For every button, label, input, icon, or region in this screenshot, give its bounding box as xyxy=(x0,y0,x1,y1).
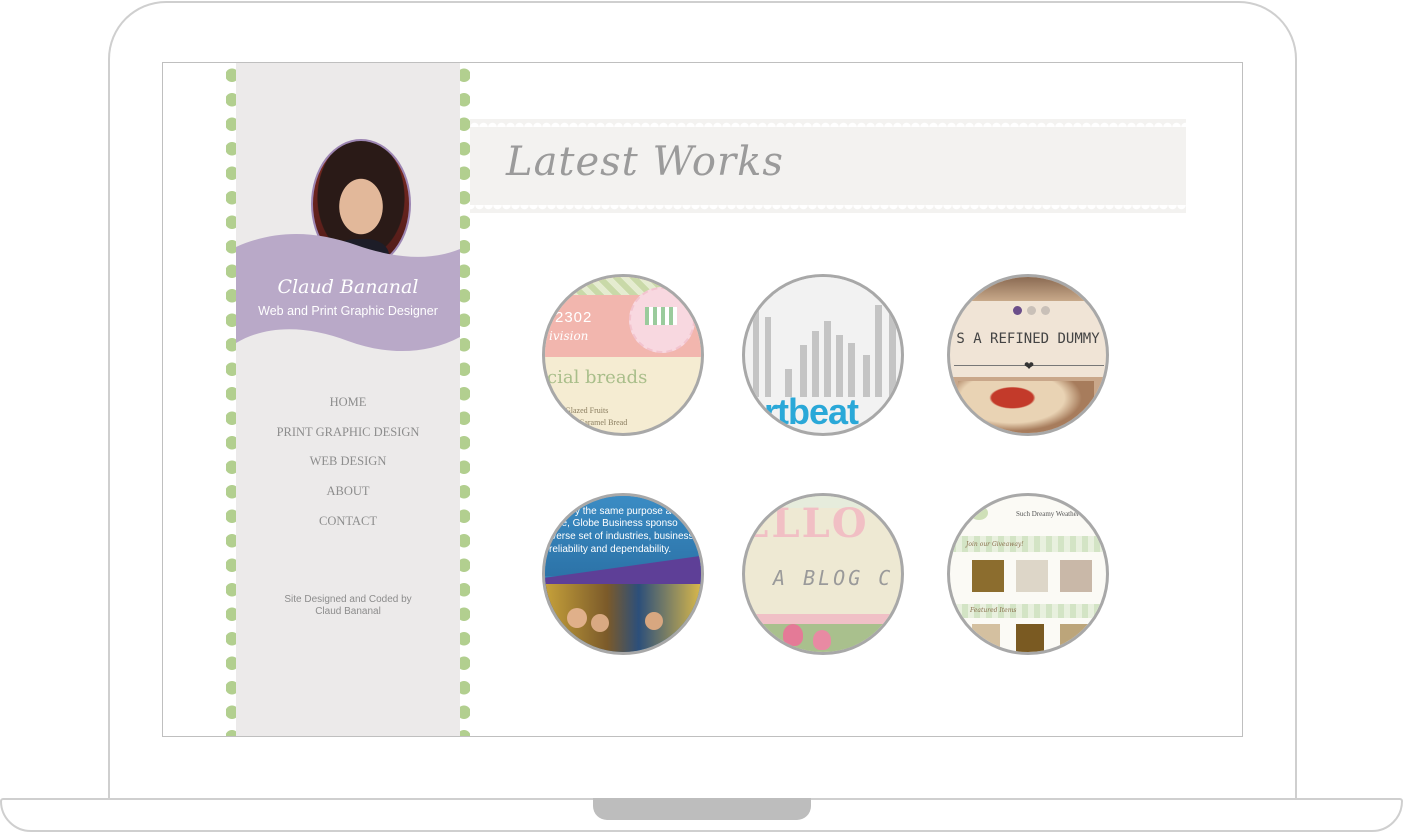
heading-banner: Latest Works xyxy=(470,119,1186,213)
profile-wave-banner xyxy=(236,234,460,352)
work-thumbnail-4[interactable]: y the same purpose a ase, Globe Business… xyxy=(542,493,704,655)
work-6-join: Join our Giveaway! xyxy=(966,541,1024,548)
page-title: Latest Works xyxy=(506,139,784,185)
heart-icon: ❤ xyxy=(1024,359,1035,373)
profile-title: Web and Print Graphic Designer xyxy=(258,304,438,318)
work-1-headline: cial breads xyxy=(547,367,648,388)
nav-contact[interactable]: CONTACT xyxy=(236,510,460,540)
work-4-line3: iverse set of industries, businesses xyxy=(549,531,704,542)
work-4-line1: y the same purpose a xyxy=(575,506,672,517)
nav-home[interactable]: HOME xyxy=(236,391,460,421)
work-4-line2: ase, Globe Business sponso xyxy=(551,518,678,529)
profile-name: Claud Bananal xyxy=(277,276,419,298)
nav-about[interactable]: ABOUT xyxy=(236,480,460,510)
work-6-title: Such Dreamy Weather xyxy=(1016,510,1080,518)
work-6-featured: Featured Items xyxy=(970,607,1017,614)
work-5-big: ELLO xyxy=(742,500,869,547)
work-thumbnail-3[interactable]: S A REFINED DUMMY ❤ xyxy=(947,274,1109,436)
work-1-line2: Caramel Bread xyxy=(579,418,628,427)
site-credit: Site Designed and Coded by Claud Bananal xyxy=(236,594,460,618)
work-thumbnail-2[interactable]: artbeat xyxy=(742,274,904,436)
work-thumbnail-5[interactable]: ELLO A BLOG C xyxy=(742,493,904,655)
website-screen: Claud Bananal Web and Print Graphic Desi… xyxy=(162,62,1243,737)
work-1-code: 2302 xyxy=(555,309,593,326)
work-5-sub: A BLOG C xyxy=(773,566,894,590)
work-1-sub: ivision xyxy=(549,329,589,343)
nav-print-graphic-design[interactable]: PRINT GRAPHIC DESIGN xyxy=(236,421,460,451)
sidebar-panel: Claud Bananal Web and Print Graphic Desi… xyxy=(236,63,460,736)
work-thumbnail-6[interactable]: Such Dreamy Weather Join our Giveaway! F… xyxy=(947,493,1109,655)
credit-line-1: Site Designed and Coded by xyxy=(284,594,412,605)
work-thumbnail-1[interactable]: 2302 ivision cial breads h Glazed Fruits… xyxy=(542,274,704,436)
work-4-line4: reliability and dependability. xyxy=(549,544,672,555)
nav-web-design[interactable]: WEB DESIGN xyxy=(236,450,460,480)
laptop-notch xyxy=(593,798,811,820)
work-2-brand: artbeat xyxy=(745,391,859,432)
main-nav: HOME PRINT GRAPHIC DESIGN WEB DESIGN ABO… xyxy=(236,391,460,539)
credit-line-2: Claud Bananal xyxy=(315,606,381,617)
sidebar: Claud Bananal Web and Print Graphic Desi… xyxy=(226,63,470,736)
work-3-headline: S A REFINED DUMMY xyxy=(956,331,1100,347)
work-1-line1: h Glazed Fruits xyxy=(559,406,609,415)
